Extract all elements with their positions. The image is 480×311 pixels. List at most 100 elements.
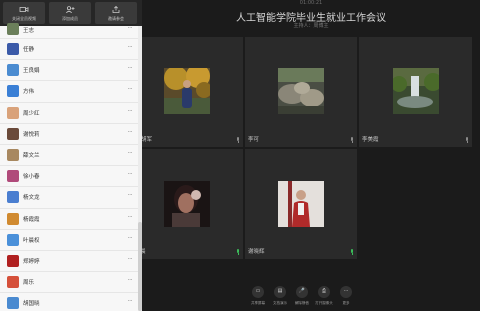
- list-item[interactable]: 谢悦莉 ···: [0, 124, 138, 145]
- participant-photo: [278, 181, 324, 227]
- avatar: [7, 85, 19, 98]
- meeting-toolbar: ▭ 共享屏幕 ▤ 文档演示 🎤 解除静音 ⎙ 打开摄像头 ··· 更多: [248, 286, 358, 310]
- participant-photo: [164, 68, 210, 114]
- scrollbar[interactable]: [138, 26, 142, 311]
- avatar: [7, 148, 19, 161]
- list-item[interactable]: 胡国晓 ···: [0, 293, 138, 311]
- list-item[interactable]: 周少红 ···: [0, 103, 138, 124]
- avatar: [7, 254, 19, 267]
- more-options-icon[interactable]: ···: [128, 277, 133, 284]
- member-name: 徐小春: [23, 174, 40, 181]
- mic-icon: [350, 249, 354, 255]
- add-user-icon: [66, 6, 75, 13]
- more-options-icon[interactable]: ···: [128, 256, 133, 263]
- mic-icon: [236, 249, 240, 255]
- invite-icon: [112, 6, 120, 13]
- avatar: [7, 276, 19, 289]
- camera-icon: ⎙: [318, 286, 330, 298]
- participant-photo: [393, 68, 439, 114]
- participant-name: 谢晓辉: [248, 249, 265, 255]
- video-grid: 胡军 李可 李美霞 晨 谢晓辉: [140, 37, 472, 259]
- list-item[interactable]: 叶晨权 ···: [0, 230, 138, 251]
- unmute-button[interactable]: 🎤 解除静音: [292, 286, 312, 310]
- meeting-host: 主持人：周博主: [293, 23, 329, 29]
- meeting-timer: 01:00:21: [299, 0, 323, 6]
- more-options-icon[interactable]: ···: [128, 214, 133, 221]
- member-name: 杨霞霞: [23, 216, 40, 223]
- screen-share-icon: ▭: [252, 286, 264, 298]
- list-item[interactable]: 王志 ···: [0, 23, 138, 39]
- mic-icon: [465, 137, 469, 143]
- more-options-icon[interactable]: ···: [128, 44, 133, 51]
- participant-name: 胡军: [141, 137, 153, 143]
- member-name: 任静: [23, 47, 35, 53]
- participant-photo: [278, 68, 324, 114]
- camera-button[interactable]: ⎙ 打开摄像头: [314, 286, 334, 310]
- document-icon: ▤: [274, 286, 286, 298]
- disable-all-video-button[interactable]: 关闭全员视频: [3, 2, 45, 24]
- more-options-icon[interactable]: ···: [128, 65, 133, 72]
- member-name: 方伟: [23, 89, 35, 96]
- participant-name: 李可: [248, 137, 260, 143]
- member-name: 郑婷婷: [23, 258, 40, 265]
- video-tile[interactable]: 李美霞: [359, 37, 472, 147]
- video-icon: [19, 7, 29, 12]
- document-button[interactable]: ▤ 文档演示: [270, 286, 290, 310]
- participant-name: 李美霞: [362, 137, 379, 143]
- avatar: [7, 127, 19, 140]
- member-sidebar: 关闭全员视频 添加成员 邀请参会 王志 ··· 任静 ··· 王良娟 ··· 方伟 ··· 周少…: [0, 0, 142, 311]
- sidebar-actions: 关闭全员视频 添加成员 邀请参会: [0, 0, 142, 26]
- member-name: 杨文龙: [23, 195, 40, 202]
- scroll-thumb[interactable]: [138, 222, 142, 311]
- list-item[interactable]: 杨霞霞 ···: [0, 209, 138, 230]
- list-item[interactable]: 徐小春 ···: [0, 166, 138, 188]
- avatar: [7, 297, 19, 310]
- video-tile[interactable]: 李可: [245, 37, 357, 147]
- member-name: 周乐: [23, 280, 35, 287]
- more-options-icon[interactable]: ···: [128, 108, 133, 115]
- video-tile[interactable]: 胡军: [141, 37, 243, 147]
- more-options-icon[interactable]: ···: [128, 171, 133, 178]
- meeting-header: 01:00:21 人工智能学院毕业生就业工作会议 主持人：周博主: [142, 0, 480, 36]
- member-name: 王志: [23, 28, 35, 34]
- list-item[interactable]: 郑婷婷 ···: [0, 251, 138, 273]
- member-name: 周少红: [23, 110, 40, 117]
- more-options-icon[interactable]: ···: [128, 150, 133, 157]
- more-options-icon[interactable]: ···: [128, 25, 133, 32]
- meeting-window: 01:00:21 人工智能学院毕业生就业工作会议 主持人：周博主 胡军 李可 李…: [0, 0, 480, 311]
- more-options-icon[interactable]: ···: [128, 86, 133, 93]
- screen-share-button[interactable]: ▭ 共享屏幕: [248, 286, 268, 310]
- member-name: 胡国晓: [23, 301, 40, 308]
- list-item[interactable]: 杨文龙 ···: [0, 187, 138, 209]
- avatar: [7, 191, 19, 204]
- avatar: [7, 64, 19, 77]
- more-options-icon[interactable]: ···: [128, 298, 133, 305]
- video-tile[interactable]: 谢晓辉: [245, 149, 357, 259]
- avatar: [7, 43, 19, 55]
- participant-photo: [164, 181, 210, 227]
- avatar: [7, 106, 19, 119]
- video-tile[interactable]: 晨: [140, 149, 243, 259]
- more-options-icon[interactable]: ···: [128, 192, 133, 199]
- member-name: 谢悦莉: [23, 131, 40, 138]
- toolbar-label: 更多: [342, 301, 350, 305]
- mic-icon: [350, 137, 354, 143]
- list-item[interactable]: 方伟 ···: [0, 81, 138, 103]
- list-item[interactable]: 周乐 ···: [0, 272, 138, 294]
- member-name: 王良娟: [23, 68, 40, 75]
- mic-icon: [236, 137, 240, 143]
- invite-button[interactable]: 邀请参会: [95, 2, 137, 24]
- member-name: 叶晨权: [23, 237, 40, 244]
- more-options-icon[interactable]: ···: [128, 129, 133, 136]
- add-member-button[interactable]: 添加成员: [49, 2, 91, 24]
- more-options-icon[interactable]: ···: [128, 235, 133, 242]
- list-item[interactable]: 王良娟 ···: [0, 60, 138, 82]
- member-name: 薛文兰: [23, 152, 40, 159]
- list-item[interactable]: 任静 ···: [0, 39, 138, 61]
- member-list: 王志 ··· 任静 ··· 王良娟 ··· 方伟 ··· 周少红 ··· 谢悦莉 ··· 薛文兰 ··· 徐…: [0, 23, 138, 311]
- mute-icon: 🎤: [296, 286, 308, 298]
- more-button[interactable]: ··· 更多: [336, 286, 356, 310]
- list-item[interactable]: 薛文兰 ···: [0, 145, 138, 167]
- avatar: [7, 233, 19, 246]
- avatar: [7, 23, 19, 35]
